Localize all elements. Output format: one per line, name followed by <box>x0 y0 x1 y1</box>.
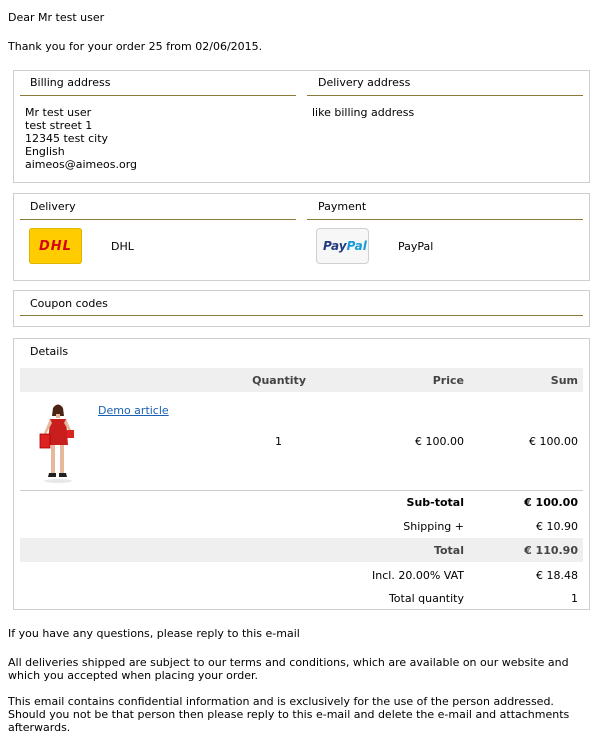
total-label: Total <box>433 544 464 557</box>
header-price: Price <box>432 374 464 387</box>
delivery-address-text: like billing address <box>312 106 415 119</box>
delivery-rule <box>20 219 296 220</box>
paypal-logo-icon: PayPal <box>316 228 369 264</box>
details-title: Details <box>30 345 69 358</box>
confidential-line-1: This email contains confidential informa… <box>8 695 554 708</box>
payment-title: Payment <box>318 200 367 213</box>
vat-label: Incl. 20.00% VAT <box>372 569 464 582</box>
shipping-payment-box <box>13 193 590 281</box>
delivery-address-rule <box>307 95 583 96</box>
questions-text: If you have any questions, please reply … <box>8 627 300 640</box>
billing-line-name: Mr test user <box>25 106 92 119</box>
delivery-address-title: Delivery address <box>318 76 411 89</box>
shipping-value: € 10.90 <box>536 520 578 533</box>
billing-line-email: aimeos@aimeos.org <box>25 158 138 171</box>
billing-line-city: 12345 test city <box>25 132 109 145</box>
coupon-title: Coupon codes <box>30 297 108 310</box>
delivery-name: DHL <box>111 240 134 253</box>
header-quantity: Quantity <box>252 374 306 387</box>
subtotal-value: € 100.00 <box>524 496 578 509</box>
items-separator <box>20 490 583 491</box>
order-thanks-text: Thank you for your order 25 from 02/06/2… <box>8 40 263 53</box>
item-sum: € 100.00 <box>529 435 578 448</box>
payment-rule <box>307 219 583 220</box>
confidential-line-3: afterwards. <box>8 721 71 734</box>
demo-article-link[interactable]: Demo article <box>98 404 169 417</box>
terms-line-2: which you accepted when placing your ord… <box>8 669 258 682</box>
billing-line-language: English <box>25 145 65 158</box>
shipping-label: Shipping + <box>403 520 464 533</box>
vat-value: € 18.48 <box>536 569 578 582</box>
item-quantity: 1 <box>275 435 282 448</box>
payment-name: PayPal <box>398 240 434 253</box>
billing-rule <box>20 95 296 96</box>
greeting-text: Dear Mr test user <box>8 11 105 24</box>
subtotal-label: Sub-total <box>406 496 464 509</box>
header-sum: Sum <box>550 374 578 387</box>
total-quantity-label: Total quantity <box>388 592 464 605</box>
billing-line-street: test street 1 <box>25 119 93 132</box>
delivery-title: Delivery <box>30 200 76 213</box>
product-image <box>39 404 74 483</box>
coupon-rule <box>20 315 583 316</box>
total-value: € 110.90 <box>524 544 578 557</box>
terms-line-1: All deliveries shipped are subject to ou… <box>8 656 569 669</box>
confidential-line-2: Should you not be that person then pleas… <box>8 708 570 721</box>
item-price: € 100.00 <box>415 435 464 448</box>
dhl-logo-icon: DHL <box>29 228 82 264</box>
total-quantity-value: 1 <box>571 592 578 605</box>
billing-address-title: Billing address <box>30 76 111 89</box>
